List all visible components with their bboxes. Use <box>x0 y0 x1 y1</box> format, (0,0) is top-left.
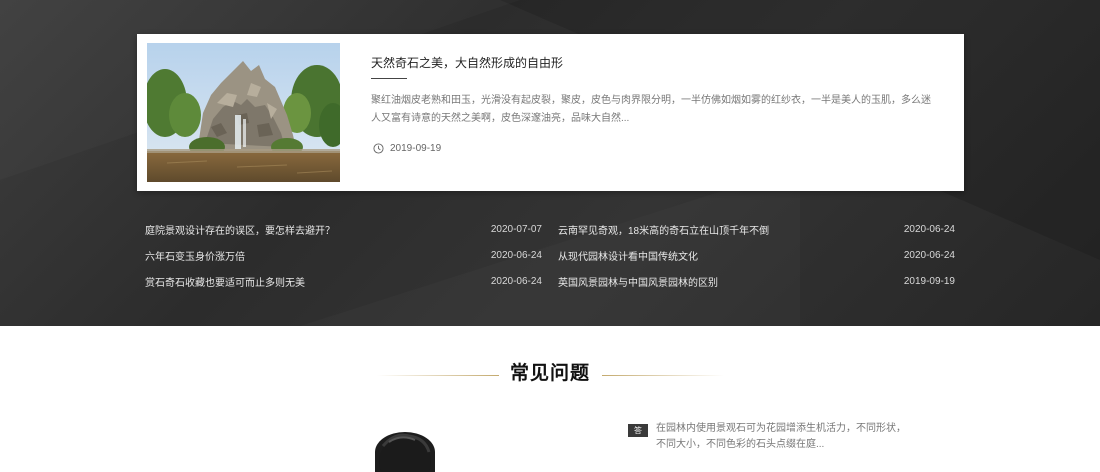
featured-article-card[interactable]: 天然奇石之美，大自然形成的自由形 聚红油烟皮老熟和田玉，光滑没有起皮裂，聚皮，皮… <box>137 34 964 191</box>
news-item-date: 2019-09-19 <box>903 275 955 287</box>
news-item-date: 2020-07-07 <box>490 223 542 235</box>
news-list-left: 庭院景观设计存在的误区，要怎样去避开？ 2020-07-07 六年石变玉身价涨万… <box>145 216 542 294</box>
faq-avatar <box>375 432 435 472</box>
faq-section-title: 常见问题 <box>509 363 590 384</box>
featured-article-image[interactable] <box>147 43 340 182</box>
news-item[interactable]: 赏石奇石收藏也要适可而止多则无美 2020-06-24 <box>145 268 542 294</box>
heading-decoration-right <box>602 375 724 376</box>
person-icon <box>379 433 431 472</box>
featured-article-summary: 聚红油烟皮老熟和田玉，光滑没有起皮裂，聚皮，皮色与肉界限分明，一半仿佛如烟如雾的… <box>371 95 931 124</box>
featured-article-meta: 2019-09-19 <box>373 143 441 154</box>
faq-answer-text: 在园林内使用景观石可为花园增添生机活力，不同形状，不同大小，不同色彩的石头点缀在… <box>656 423 906 450</box>
news-item[interactable]: 从现代园林设计看中国传统文化 2020-06-24 <box>558 242 955 268</box>
news-item[interactable]: 英国风景园林与中国风景园林的区别 2019-09-19 <box>558 268 955 294</box>
answer-badge: 答 <box>628 424 648 437</box>
news-item-date: 2020-06-24 <box>490 275 542 287</box>
clock-icon <box>373 143 384 154</box>
news-item[interactable]: 云南罕见奇观，18米高的奇石立在山顶千年不倒 2020-06-24 <box>558 216 955 242</box>
news-item-title[interactable]: 六年石变玉身价涨万倍 <box>145 248 245 263</box>
news-item-title[interactable]: 英国风景园林与中国风景园林的区别 <box>558 274 718 289</box>
title-divider <box>371 78 407 79</box>
news-item[interactable]: 六年石变玉身价涨万倍 2020-06-24 <box>145 242 542 268</box>
news-item-date: 2020-06-24 <box>903 249 955 261</box>
featured-article-date: 2019-09-19 <box>390 143 442 154</box>
news-item-date: 2020-06-24 <box>903 223 955 235</box>
news-item-date: 2020-06-24 <box>490 249 542 261</box>
news-item-title[interactable]: 从现代园林设计看中国传统文化 <box>558 248 698 263</box>
featured-article-title[interactable]: 天然奇石之美，大自然形成的自由形 <box>371 54 563 71</box>
news-item[interactable]: 庭院景观设计存在的误区，要怎样去避开？ 2020-07-07 <box>145 216 542 242</box>
news-item-title[interactable]: 赏石奇石收藏也要适可而止多则无美 <box>145 274 305 289</box>
news-item-title[interactable]: 庭院景观设计存在的误区，要怎样去避开？ <box>145 222 335 237</box>
news-section-background: 天然奇石之美，大自然形成的自由形 聚红油烟皮老熟和田玉，光滑没有起皮裂，聚皮，皮… <box>0 0 1100 326</box>
news-item-title[interactable]: 云南罕见奇观，18米高的奇石立在山顶千年不倒 <box>558 222 769 237</box>
news-list-right: 云南罕见奇观，18米高的奇石立在山顶千年不倒 2020-06-24 从现代园林设… <box>558 216 955 294</box>
